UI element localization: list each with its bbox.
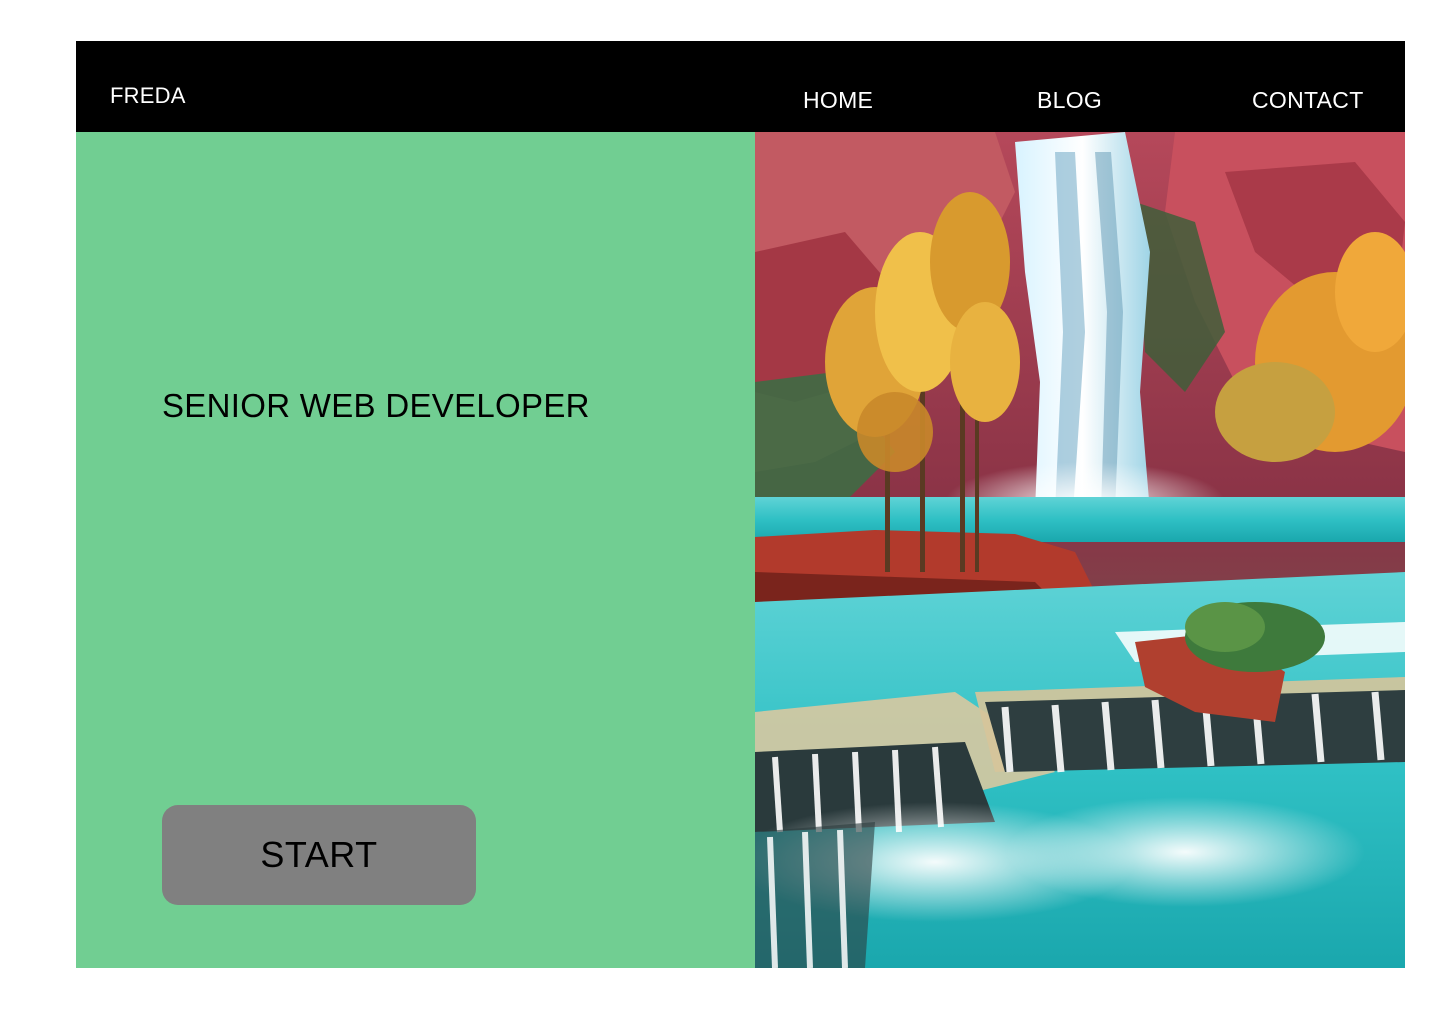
brand-logo[interactable]: FREDA [110, 84, 186, 108]
hero-image [755, 132, 1405, 968]
start-button[interactable]: START [162, 805, 476, 905]
navbar: FREDA HOME BLOG CONTACT [76, 41, 1405, 132]
landing-page: FREDA HOME BLOG CONTACT SENIOR WEB DEVEL… [76, 41, 1405, 968]
nav-link-blog[interactable]: BLOG [1037, 88, 1102, 112]
waterfall-landscape-image [755, 132, 1405, 968]
hero-headline: SENIOR WEB DEVELOPER [162, 387, 590, 424]
hero-text-panel: SENIOR WEB DEVELOPER START [76, 132, 755, 968]
nav-link-home[interactable]: HOME [803, 88, 873, 112]
nav-link-contact[interactable]: CONTACT [1252, 88, 1364, 112]
